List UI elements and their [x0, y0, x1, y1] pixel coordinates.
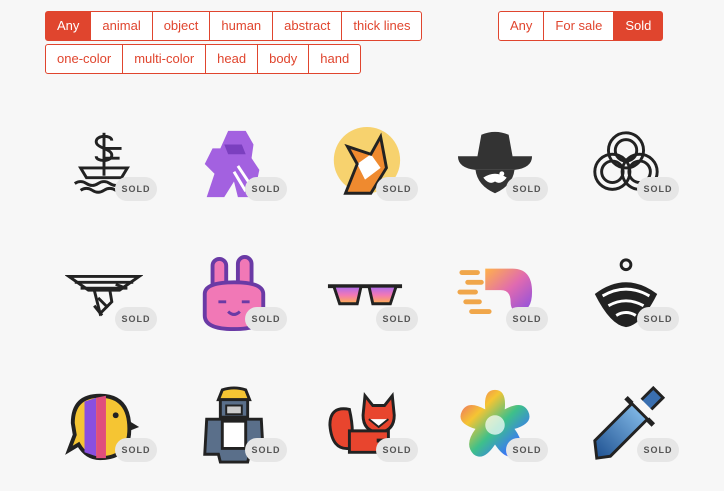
logo-card[interactable]: SOLD	[436, 250, 566, 360]
logo-card[interactable]: SOLD	[306, 120, 436, 230]
sold-badge: SOLD	[115, 438, 157, 462]
sold-badge: SOLD	[245, 438, 287, 462]
sold-badge: SOLD	[506, 438, 548, 462]
category-filter-row-1: Any animal object human abstract thick l…	[45, 11, 423, 41]
logo-card[interactable]: SOLD	[306, 381, 436, 491]
logo-card[interactable]: SOLD	[567, 250, 697, 360]
sold-badge: SOLD	[637, 177, 679, 201]
sold-badge: SOLD	[115, 177, 157, 201]
filter-thick-lines[interactable]: thick lines	[341, 11, 423, 41]
filter-one-color[interactable]: one-color	[45, 44, 124, 74]
filter-any[interactable]: Any	[45, 11, 92, 41]
filter-head[interactable]: head	[205, 44, 259, 74]
status-for-sale[interactable]: For sale	[543, 11, 615, 41]
logo-card[interactable]: SOLD	[436, 381, 566, 491]
status-any[interactable]: Any	[498, 11, 545, 41]
sold-badge: SOLD	[637, 438, 679, 462]
logo-card[interactable]: SOLD	[45, 381, 175, 491]
sold-badge: SOLD	[376, 177, 418, 201]
filter-animal[interactable]: animal	[90, 11, 153, 41]
logo-card[interactable]: SOLD	[175, 381, 305, 491]
sold-badge: SOLD	[506, 177, 548, 201]
status-sold[interactable]: Sold	[613, 11, 664, 41]
logo-card[interactable]: SOLD	[306, 250, 436, 360]
sold-badge: SOLD	[376, 307, 418, 331]
filter-hand[interactable]: hand	[308, 44, 362, 74]
sold-badge: SOLD	[506, 307, 548, 331]
filter-human[interactable]: human	[209, 11, 274, 41]
category-filter-group: Any animal object human abstract thick l…	[45, 11, 423, 77]
logo-card[interactable]: SOLD	[567, 120, 697, 230]
sold-badge: SOLD	[637, 307, 679, 331]
filter-multi-color[interactable]: multi-color	[122, 44, 207, 74]
filter-object[interactable]: object	[151, 11, 211, 41]
logo-card[interactable]: SOLD	[45, 120, 175, 230]
logo-card[interactable]: SOLD	[436, 120, 566, 230]
logo-card[interactable]: SOLD	[567, 381, 697, 491]
logo-card[interactable]: SOLD	[175, 120, 305, 230]
category-filter-row-2: one-color multi-color head body hand	[45, 44, 405, 74]
logo-card[interactable]: SOLD	[45, 250, 175, 360]
logo-card[interactable]: SOLD	[175, 250, 305, 360]
sold-badge: SOLD	[115, 307, 157, 331]
sold-badge: SOLD	[245, 307, 287, 331]
filter-abstract[interactable]: abstract	[272, 11, 343, 41]
sold-badge: SOLD	[376, 438, 418, 462]
sold-badge: SOLD	[245, 177, 287, 201]
sale-status-filter: Any For sale Sold	[498, 11, 664, 41]
filter-body[interactable]: body	[257, 44, 310, 74]
